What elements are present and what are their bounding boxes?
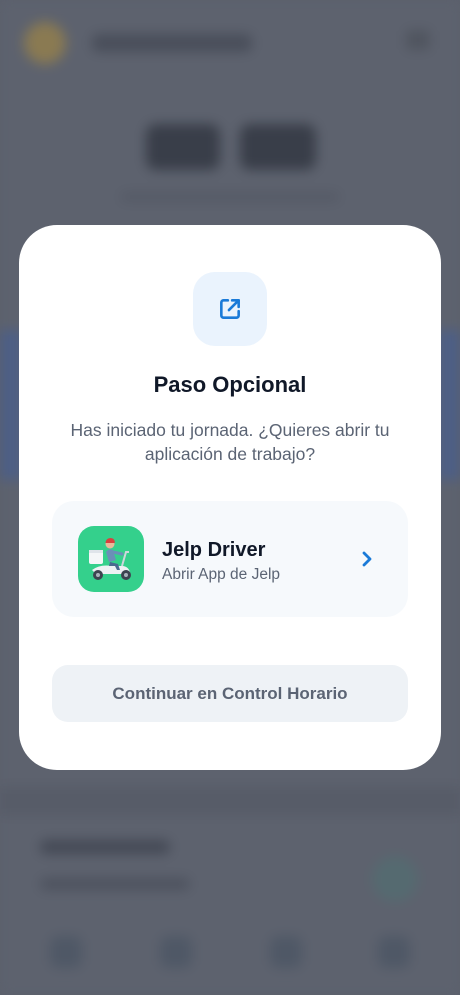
dialog-description: Has iniciado tu jornada. ¿Quieres abrir … <box>70 420 390 464</box>
nav-icon <box>50 936 82 968</box>
background-card-edge <box>438 330 460 480</box>
background-row <box>0 786 460 816</box>
nav-icon <box>270 936 302 968</box>
clock-minutes-placeholder <box>240 124 316 170</box>
chevron-right-icon <box>356 547 378 571</box>
nav-icon <box>378 936 410 968</box>
optional-step-dialog: Paso Opcional Has iniciado tu jornada. ¿… <box>19 225 441 770</box>
nav-icon <box>160 936 192 968</box>
continue-in-control-horario-button[interactable]: Continuar en Control Horario <box>52 665 408 722</box>
delivery-scooter-icon <box>78 526 144 592</box>
clock-hours-placeholder <box>146 124 220 170</box>
app-name: Jelp Driver <box>162 539 266 561</box>
menu-icon <box>406 30 430 50</box>
open-jelp-driver-option[interactable]: Jelp Driver Abrir App de Jelp <box>52 501 408 617</box>
external-link-icon <box>220 299 240 319</box>
clock-subtitle-placeholder <box>120 192 340 202</box>
section-title-placeholder <box>40 840 170 854</box>
header-title-placeholder <box>92 34 252 52</box>
dialog-title: Paso Opcional <box>153 372 307 397</box>
section-subtitle-placeholder <box>40 878 190 890</box>
external-link-icon-tile <box>193 272 267 346</box>
floating-action-button <box>372 856 418 902</box>
avatar <box>24 22 66 64</box>
app-subtitle: Abrir App de Jelp <box>162 566 281 583</box>
